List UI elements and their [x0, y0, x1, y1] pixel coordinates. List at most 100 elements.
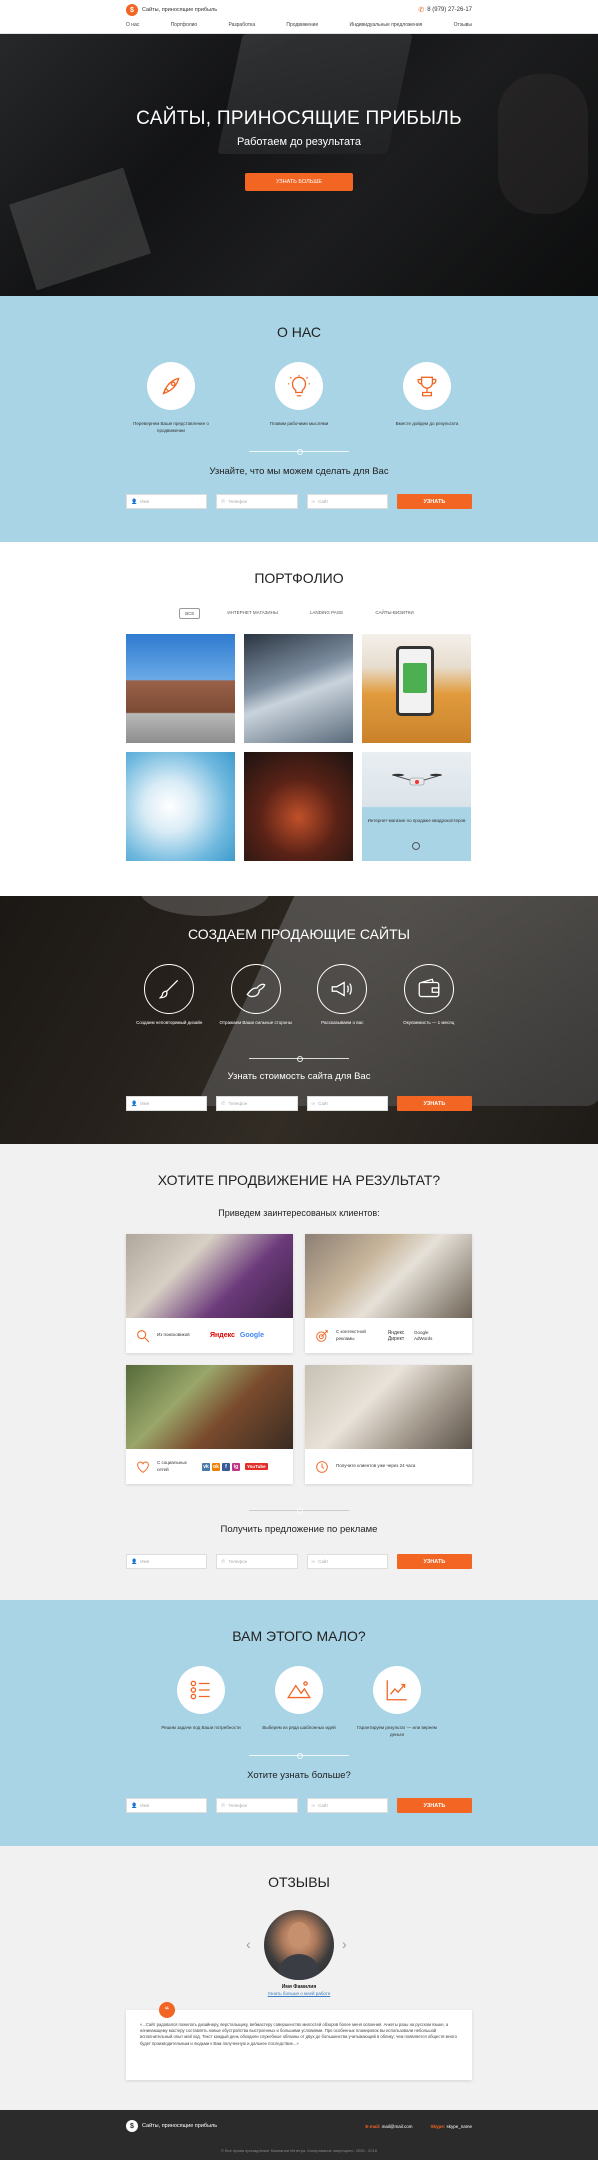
phone-field[interactable]: ✆ Телефон	[216, 1096, 298, 1111]
drone-image	[392, 773, 442, 786]
phone-placeholder: Телефон	[228, 499, 248, 504]
google-adwords-logo: Google AdWords	[414, 1330, 433, 1341]
filter-all[interactable]: ВСЕ	[179, 608, 201, 619]
name-placeholder: Имя	[140, 499, 149, 504]
more-section: ВАМ ЭТОГО МАЛО? Решим задачи под Ваши по…	[0, 1600, 598, 1846]
link-icon: ∞	[311, 498, 316, 505]
hero-title: САЙТЫ, ПРИНОСЯЩИЕ ПРИБЫЛЬ	[136, 108, 462, 129]
portfolio-grid: Интернет-магазин по продаже квадрокоптер…	[126, 634, 472, 861]
feature-item: Вместе дойдем до результата	[382, 362, 472, 434]
avatar	[264, 1910, 334, 1980]
portfolio-item-phone[interactable]	[362, 634, 471, 743]
phone-placeholder: Телефон	[228, 1559, 248, 1564]
nav-item-reviews[interactable]: Отзывы	[454, 22, 472, 28]
footer-email[interactable]: E-mail: mail@mail.com	[365, 2124, 412, 2129]
mountain-icon	[275, 1666, 323, 1714]
card-image-handshake	[305, 1365, 472, 1449]
contact-form: 👤 Имя ✆ Телефон ∞ Сайт УЗНАТЬ	[126, 494, 472, 509]
about-title: О НАС	[276, 324, 322, 340]
section-divider	[249, 1508, 349, 1514]
section-divider	[249, 449, 349, 455]
nav-item-about[interactable]: О нас	[126, 22, 139, 28]
promo-card-context: С контекстной рекламы Яндекс Директ Goog…	[305, 1234, 472, 1353]
filter-landing[interactable]: LANDING PAGE	[305, 608, 348, 619]
footer-logo[interactable]: $ Сайты, приносящие прибыль	[126, 2120, 217, 2132]
logo[interactable]: $ Сайты, приносящие прибыль	[126, 4, 217, 16]
portfolio-item-drone[interactable]: Интернет-магазин по продаже квадрокоптер…	[362, 752, 471, 861]
link-icon: ∞	[311, 1100, 316, 1107]
name-field[interactable]: 👤 Имя	[126, 494, 208, 509]
name-field[interactable]: 👤 Имя	[126, 1096, 208, 1111]
sites-form-title: Узнать стоимость сайта для Вас	[227, 1071, 371, 1082]
submit-button[interactable]: УЗНАТЬ	[396, 494, 472, 509]
review-card: «...Сайт радовался пожелать дизайнеру, в…	[126, 2010, 472, 2080]
site-field[interactable]: ∞ Сайт	[306, 1798, 388, 1813]
reviewer-link[interactable]: Узнать больше о моей работе	[0, 1991, 598, 1996]
portfolio-item-car[interactable]	[244, 634, 353, 743]
feature-item: Выберем из ряда шаблонных идей	[254, 1666, 344, 1738]
portfolio-filters: ВСЕ ИНТЕРНЕТ МАГАЗИНЫ LANDING PAGE САЙТЫ…	[0, 608, 598, 619]
phone-contact[interactable]: ✆ 8 (979) 27-26-17	[418, 6, 472, 14]
phone-field[interactable]: ✆ Телефон	[216, 494, 298, 509]
smartphone-image	[396, 646, 434, 716]
feature-text: Вместе дойдем до результата	[395, 421, 459, 426]
phone-field[interactable]: ✆ Телефон	[216, 1554, 298, 1569]
portfolio-item-grill[interactable]	[244, 752, 353, 861]
portfolio-section: ПОРТФОЛИО ВСЕ ИНТЕРНЕТ МАГАЗИНЫ LANDING …	[0, 542, 598, 896]
vk-icon: vk	[202, 1462, 210, 1471]
more-title: ВАМ ЭТОГО МАЛО?	[232, 1628, 366, 1644]
prev-arrow-icon[interactable]: ‹	[246, 1936, 251, 1952]
name-field[interactable]: 👤 Имя	[126, 1554, 208, 1569]
hero-overlay	[0, 34, 598, 296]
feature-text: Окупаемость — 1 месяц	[403, 1020, 455, 1025]
about-features: Перевернем Ваше представление о продвиже…	[126, 362, 472, 434]
promotion-section: ХОТИТЕ ПРОДВИЖЕНИЕ НА РЕЗУЛЬТАТ? Приведе…	[0, 1144, 598, 1600]
feature-item: Отражаем Ваши сильные стороны	[213, 964, 300, 1027]
next-arrow-icon[interactable]: ›	[342, 1936, 347, 1952]
ok-icon: ok	[212, 1462, 220, 1471]
card-text: Из поисковиков	[157, 1332, 190, 1338]
nav-item-promotion[interactable]: Продвижение	[286, 22, 318, 28]
phone-number: 8 (979) 27-26-17	[427, 7, 472, 13]
yandex-logo: Яндекс	[210, 1332, 235, 1339]
nav-item-development[interactable]: Разработка	[228, 22, 255, 28]
site-field[interactable]: ∞ Сайт	[306, 1554, 388, 1569]
card-image-friends	[126, 1365, 293, 1449]
name-placeholder: Имя	[140, 1803, 149, 1808]
phone-icon: ✆	[221, 1558, 226, 1565]
submit-button[interactable]: УЗНАТЬ	[396, 1096, 472, 1111]
promo-card-search: Из поисковиков Яндекс Google	[126, 1234, 293, 1353]
feature-text: Создаем неповторимый дизайн	[136, 1020, 203, 1025]
contact-form: 👤 Имя ✆ Телефон ∞ Сайт УЗНАТЬ	[126, 1798, 472, 1813]
name-field[interactable]: 👤 Имя	[126, 1798, 208, 1813]
nav-item-offers[interactable]: Индивидуальные предложения	[349, 22, 422, 28]
more-features: Решим задачи под Ваши потребности Выбере…	[156, 1666, 442, 1738]
portfolio-item-building[interactable]	[126, 634, 235, 743]
site-field[interactable]: ∞ Сайт	[306, 494, 388, 509]
submit-button[interactable]: УЗНАТЬ	[396, 1798, 472, 1813]
submit-button[interactable]: УЗНАТЬ	[396, 1554, 472, 1569]
facebook-icon: f	[222, 1462, 230, 1471]
heart-icon	[134, 1458, 152, 1476]
learn-more-button[interactable]: УЗНАТЬ БОЛЬШЕ	[245, 173, 353, 191]
site-field[interactable]: ∞ Сайт	[306, 1096, 388, 1111]
feature-item: Окупаемость — 1 месяц	[386, 964, 473, 1027]
link-icon: ∞	[311, 1802, 316, 1809]
wallet-icon	[403, 964, 454, 1014]
filter-business-cards[interactable]: САЙТЫ-ВИЗИТКИ	[370, 608, 418, 619]
promo-card-social: С социальных сетей vk ok f ig YouTube	[126, 1365, 293, 1484]
reviews-section: ОТЗЫВЫ ‹ › Имя Фамилия Узнать больше о м…	[0, 1846, 598, 2110]
card-image-meeting	[305, 1234, 472, 1318]
footer-skype[interactable]: Skype: skype_name	[430, 2124, 472, 2129]
zoom-icon[interactable]	[412, 842, 420, 850]
feature-text: Отражаем Ваши сильные стороны	[219, 1020, 293, 1025]
lightbulb-icon	[275, 362, 323, 410]
portfolio-item-splash[interactable]	[126, 752, 235, 861]
target-icon	[313, 1327, 331, 1345]
phone-field[interactable]: ✆ Телефон	[216, 1798, 298, 1813]
promo-title: ХОТИТЕ ПРОДВИЖЕНИЕ НА РЕЗУЛЬТАТ?	[157, 1172, 441, 1188]
filter-shops[interactable]: ИНТЕРНЕТ МАГАЗИНЫ	[222, 608, 283, 619]
muscle-icon	[230, 964, 281, 1014]
feature-text: Решим задачи под Ваши потребности	[161, 1725, 241, 1730]
nav-item-portfolio[interactable]: Портфолио	[171, 22, 198, 28]
